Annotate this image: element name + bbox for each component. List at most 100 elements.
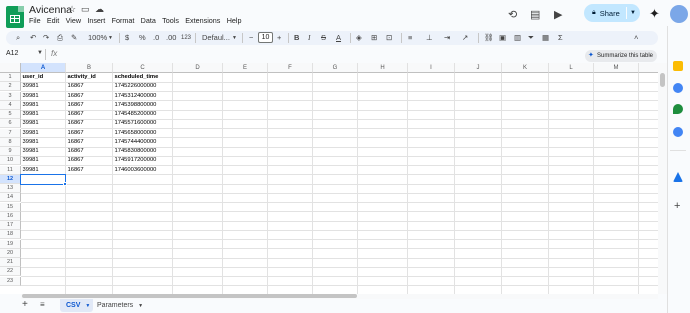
sheet-tab-csv[interactable]: CSV ▼	[60, 299, 93, 312]
data-cell[interactable]: 39981	[21, 110, 66, 119]
row-header-6[interactable]: 6	[0, 119, 21, 129]
collapse-toolbar-icon[interactable]: ˄	[634, 32, 638, 44]
data-cell[interactable]: 16867	[66, 119, 113, 128]
data-cell[interactable]: 39981	[21, 138, 66, 147]
font-size-input[interactable]: 10	[258, 32, 273, 43]
paint-format-icon[interactable]: ✎	[71, 32, 77, 44]
merge-cells-icon[interactable]: ⊡	[386, 32, 392, 44]
data-cell[interactable]: 1746003600000	[113, 166, 173, 175]
row-header-9[interactable]: 9	[0, 147, 21, 157]
data-cell[interactable]: 39981	[21, 92, 66, 101]
zoom-select[interactable]: 100%	[88, 32, 107, 44]
print-icon[interactable]: ⎙	[57, 32, 63, 44]
row-header-5[interactable]: 5	[0, 110, 21, 120]
tasks-icon[interactable]	[673, 83, 683, 93]
sheets-logo-icon[interactable]	[6, 6, 24, 28]
fill-color-icon[interactable]: ◈	[356, 32, 362, 44]
row-header-16[interactable]: 16	[0, 211, 21, 221]
column-header-n[interactable]: N	[639, 63, 658, 73]
data-cell[interactable]: 16867	[66, 129, 113, 138]
number-format-button[interactable]: 123	[181, 32, 191, 44]
column-header-b[interactable]: B	[66, 63, 113, 73]
data-cell[interactable]: 16867	[66, 101, 113, 110]
data-cell[interactable]: 1745917200000	[113, 156, 173, 165]
spreadsheet-grid[interactable]: ABCDEFGHIJKLMN12345678910111213141516171…	[0, 63, 658, 294]
star-icon[interactable]: ☆	[68, 4, 76, 15]
search-menus-icon[interactable]: ⌕	[16, 32, 20, 44]
column-header-h[interactable]: H	[358, 63, 408, 73]
percent-format-button[interactable]: %	[139, 32, 146, 44]
strikethrough-icon[interactable]: S	[321, 32, 326, 44]
keep-icon[interactable]	[673, 61, 683, 71]
data-cell[interactable]: 1745571600000	[113, 119, 173, 128]
share-dropdown-icon[interactable]: ▼	[630, 10, 636, 16]
share-button[interactable]: 🔒︎ Share ▼	[584, 4, 640, 22]
row-header-19[interactable]: 19	[0, 239, 21, 249]
menu-help[interactable]: Help	[227, 16, 246, 25]
menu-view[interactable]: View	[66, 16, 86, 25]
undo-icon[interactable]: ↶	[30, 32, 36, 44]
italic-icon[interactable]: I	[308, 32, 311, 44]
row-header-23[interactable]: 23	[0, 276, 21, 286]
column-header-i[interactable]: I	[408, 63, 455, 73]
add-sheet-icon[interactable]: +	[22, 299, 28, 310]
font-select[interactable]: Defaul...	[202, 32, 230, 44]
column-header-j[interactable]: J	[455, 63, 502, 73]
data-cell[interactable]: 39981	[21, 147, 66, 156]
menu-format[interactable]: Format	[112, 16, 139, 25]
row-header-22[interactable]: 22	[0, 267, 21, 277]
decrease-decimal-button[interactable]: .0	[153, 32, 159, 44]
data-cell[interactable]: 1745744400000	[113, 138, 173, 147]
fill-handle[interactable]	[63, 182, 67, 186]
font-size-decrease-icon[interactable]: −	[249, 32, 253, 44]
column-header-l[interactable]: L	[549, 63, 594, 73]
data-cell[interactable]: 1745312400000	[113, 92, 173, 101]
bold-icon[interactable]: B	[294, 32, 299, 44]
column-header-e[interactable]: E	[223, 63, 268, 73]
horizontal-scroll-thumb[interactable]	[22, 294, 357, 298]
column-header-k[interactable]: K	[502, 63, 549, 73]
currency-format-button[interactable]: $	[125, 32, 129, 44]
menu-data[interactable]: Data	[141, 16, 160, 25]
data-cell[interactable]: 1745658000000	[113, 129, 173, 138]
filter-icon[interactable]: ⏷	[528, 32, 534, 44]
header-cell[interactable]: activity_id	[66, 73, 113, 82]
apps-script-icon[interactable]	[673, 172, 683, 182]
gemini-icon[interactable]: ✦	[649, 6, 660, 22]
data-cell[interactable]: 16867	[66, 156, 113, 165]
filter-views-icon[interactable]: ▦	[542, 32, 549, 44]
insert-comment-icon[interactable]: ▣	[499, 32, 506, 44]
vertical-scrollbar[interactable]	[658, 63, 667, 294]
row-header-15[interactable]: 15	[0, 202, 21, 212]
insert-link-icon[interactable]: ⛓	[484, 32, 494, 44]
row-header-1[interactable]: 1	[0, 73, 21, 83]
data-cell[interactable]: 16867	[66, 147, 113, 156]
font-size-increase-icon[interactable]: +	[277, 32, 281, 44]
move-folder-icon[interactable]: ▭	[81, 4, 90, 15]
redo-icon[interactable]: ↷	[43, 32, 49, 44]
data-cell[interactable]: 16867	[66, 166, 113, 175]
name-box[interactable]: A12	[6, 50, 18, 57]
menu-file[interactable]: File	[29, 16, 45, 25]
row-header-12[interactable]: 12	[0, 174, 21, 184]
data-cell[interactable]: 1745226000000	[113, 82, 173, 91]
data-cell[interactable]: 16867	[66, 110, 113, 119]
select-all-corner[interactable]	[0, 63, 21, 73]
data-cell[interactable]: 1745830800000	[113, 147, 173, 156]
row-header-4[interactable]: 4	[0, 100, 21, 110]
row-header-14[interactable]: 14	[0, 193, 21, 203]
font-chevron-icon[interactable]: ▼	[232, 32, 237, 44]
zoom-chevron-icon[interactable]: ▼	[108, 32, 113, 44]
menu-insert[interactable]: Insert	[87, 16, 109, 25]
data-cell[interactable]: 1745398800000	[113, 101, 173, 110]
header-cell[interactable]: scheduled_time	[113, 73, 173, 82]
menu-tools[interactable]: Tools	[162, 16, 183, 25]
vertical-align-icon[interactable]: ⊥	[426, 32, 433, 44]
text-rotation-icon[interactable]: ↗	[462, 32, 468, 44]
comments-icon[interactable]: ▤	[530, 8, 540, 21]
summarize-table-button[interactable]: ✦ Summarize this table	[585, 50, 657, 62]
cloud-status-icon[interactable]: ☁	[95, 4, 104, 15]
row-header-13[interactable]: 13	[0, 184, 21, 194]
column-header-m[interactable]: M	[594, 63, 639, 73]
contacts-icon[interactable]	[673, 127, 683, 137]
